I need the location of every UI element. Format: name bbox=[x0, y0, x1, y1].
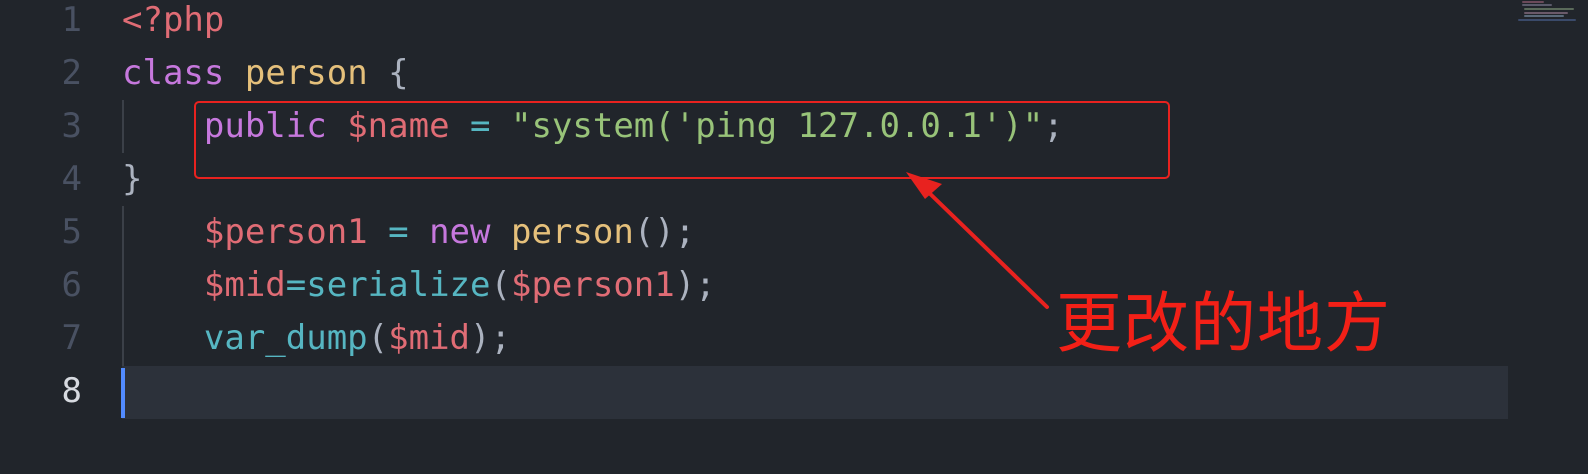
line-number-active: 8 bbox=[61, 371, 82, 411]
minimap-line bbox=[1522, 1, 1544, 3]
code-token-fn: var_dump bbox=[203, 318, 368, 358]
code-editor[interactable]: 1 2 3 4 5 6 7 8 <?php class person { publ… bbox=[0, 0, 1588, 474]
code-token-punc: } bbox=[122, 159, 143, 199]
code-token-punc: ); bbox=[470, 318, 511, 358]
code-token-kw: class bbox=[122, 53, 225, 93]
code-line[interactable]: class person { bbox=[122, 47, 409, 100]
code-token-punc bbox=[122, 265, 204, 305]
code-token-var: $mid bbox=[388, 318, 471, 358]
code-token-op: = bbox=[367, 212, 430, 252]
minimap-line bbox=[1524, 15, 1564, 17]
line-number: 1 bbox=[61, 0, 82, 40]
code-area[interactable]: <?php class person { public $name = "syst… bbox=[122, 0, 1512, 474]
code-line[interactable]: $mid=serialize($person1); bbox=[122, 259, 716, 312]
annotation-label: 更改的地方 bbox=[1056, 285, 1391, 362]
line-number: 2 bbox=[61, 53, 82, 93]
minimap-line bbox=[1524, 12, 1568, 14]
code-line[interactable]: var_dump($mid); bbox=[122, 312, 511, 365]
annotation-highlight-box bbox=[194, 101, 1170, 179]
code-token-fn: serialize bbox=[306, 265, 491, 305]
code-line[interactable]: } bbox=[122, 153, 142, 206]
code-token-class: person bbox=[510, 212, 634, 252]
code-token-punc bbox=[224, 53, 244, 93]
code-token-punc bbox=[122, 318, 204, 358]
code-token-kw: new bbox=[429, 212, 491, 252]
code-token-tag: <?php bbox=[122, 0, 225, 40]
code-line[interactable]: $person1 = new person(); bbox=[122, 206, 695, 259]
minimap-line bbox=[1524, 8, 1574, 10]
code-token-punc: { bbox=[367, 53, 409, 93]
code-token-punc: ( bbox=[490, 265, 511, 305]
minimap-line bbox=[1518, 19, 1576, 21]
code-token-punc: (); bbox=[633, 212, 696, 252]
code-token-var: $mid bbox=[203, 265, 286, 305]
code-line[interactable]: <?php bbox=[122, 0, 224, 47]
code-token-punc bbox=[122, 106, 204, 146]
minimap-line bbox=[1522, 4, 1552, 6]
text-cursor bbox=[121, 368, 125, 418]
code-token-punc: ); bbox=[674, 265, 716, 305]
line-number-gutter: 1 2 3 4 5 6 7 8 bbox=[0, 0, 110, 474]
line-number: 5 bbox=[61, 212, 82, 252]
code-token-punc bbox=[122, 212, 204, 252]
minimap[interactable] bbox=[1514, 0, 1588, 28]
code-token-var: $person1 bbox=[203, 212, 368, 252]
code-token-punc: ( bbox=[367, 318, 389, 358]
code-token-class: person bbox=[244, 53, 368, 93]
code-token-op: = bbox=[285, 265, 307, 305]
line-number: 6 bbox=[61, 265, 82, 305]
line-number: 7 bbox=[61, 318, 82, 358]
line-number: 4 bbox=[61, 159, 82, 199]
code-token-punc bbox=[491, 212, 511, 252]
line-number: 3 bbox=[61, 106, 82, 146]
code-token-var: $person1 bbox=[510, 265, 675, 305]
